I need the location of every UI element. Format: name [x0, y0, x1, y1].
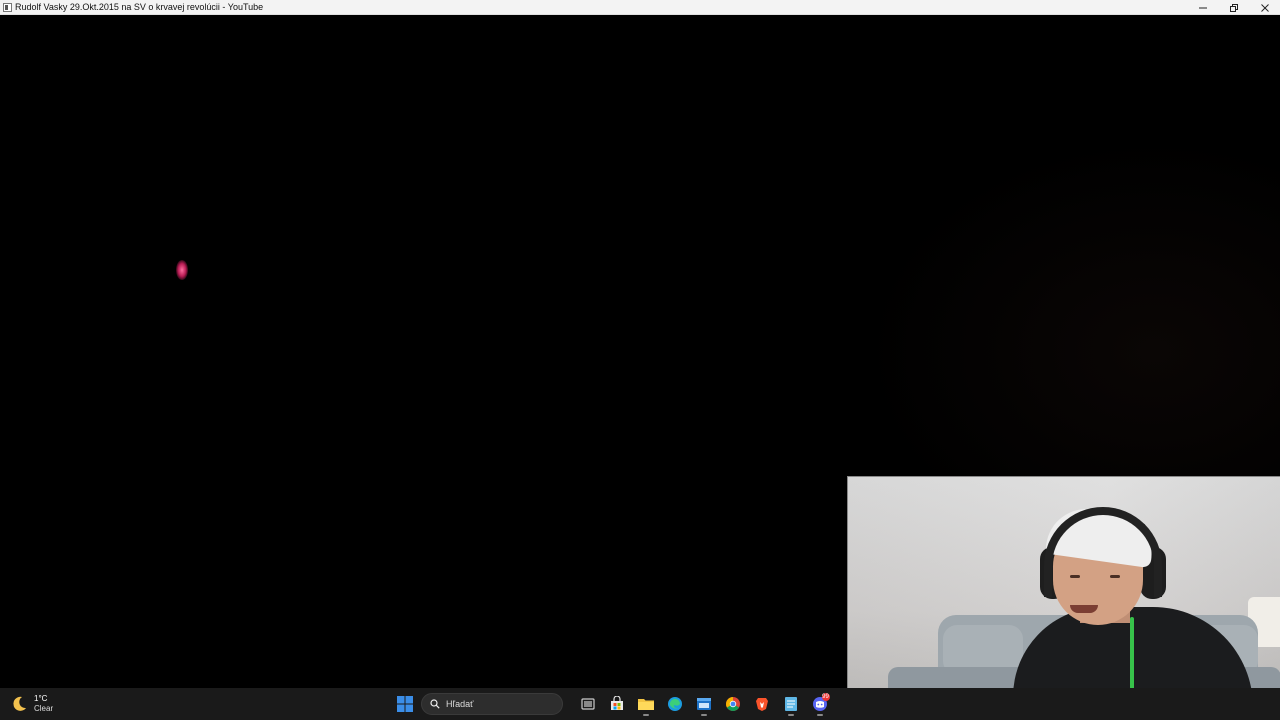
weather-widget[interactable]: 1°C Clear	[10, 688, 53, 720]
running-indicator	[700, 714, 707, 716]
start-button[interactable]	[393, 692, 417, 716]
running-indicator	[787, 714, 794, 716]
brave-icon	[755, 698, 768, 711]
folder-icon	[637, 699, 654, 710]
restore-button[interactable]	[1218, 0, 1249, 15]
taskbar-task-view[interactable]	[576, 692, 600, 716]
app-window-icon	[3, 2, 12, 12]
taskbar-search[interactable]: Hľadať	[421, 693, 563, 715]
chrome-icon	[725, 697, 740, 711]
search-placeholder: Hľadať	[446, 699, 474, 709]
edge-icon	[667, 697, 682, 711]
weather-condition: Clear	[34, 704, 54, 713]
taskbar-google-chrome[interactable]	[721, 692, 745, 716]
store-icon	[610, 696, 623, 710]
close-icon	[1260, 3, 1269, 12]
webcam-overlay	[847, 476, 1280, 720]
taskbar-microsoft-edge[interactable]	[663, 692, 687, 716]
taskbar-microsoft-store[interactable]	[605, 692, 629, 716]
minimize-button[interactable]	[1187, 0, 1218, 15]
taskbar-discord[interactable]: 99	[808, 692, 832, 716]
taskbar-notepad[interactable]	[779, 692, 803, 716]
app-window-icon	[696, 698, 711, 710]
moon-icon	[13, 696, 26, 711]
taskbar-file-explorer[interactable]	[634, 692, 658, 716]
taskbar-center: Hľadať 99	[393, 688, 834, 720]
search-icon	[430, 699, 440, 709]
window-titlebar[interactable]: Rudolf Vasky 29.Okt.2015 na SV o krvavej…	[0, 0, 1280, 15]
window-title: Rudolf Vasky 29.Okt.2015 na SV o krvavej…	[15, 1, 264, 12]
windows-logo-icon	[397, 696, 413, 712]
weather-temperature: 1°C	[34, 694, 48, 703]
running-indicator	[642, 714, 649, 716]
window-controls	[1187, 0, 1280, 15]
close-button[interactable]	[1249, 0, 1280, 15]
video-shadow-area	[860, 135, 1280, 495]
webcam-person-mouth	[1070, 605, 1098, 613]
task-view-icon	[580, 698, 595, 710]
video-light-spot	[176, 260, 188, 280]
taskbar-app-window[interactable]	[692, 692, 716, 716]
notification-badge: 99	[821, 693, 830, 701]
running-indicator	[816, 714, 823, 716]
minimize-icon	[1198, 7, 1207, 8]
weather-text: 1°C Clear	[34, 694, 53, 714]
taskbar: 1°C Clear Hľadať 99	[0, 688, 1280, 720]
taskbar-brave-browser[interactable]	[750, 692, 774, 716]
restore-icon	[1229, 3, 1238, 12]
notepad-icon	[784, 697, 797, 711]
